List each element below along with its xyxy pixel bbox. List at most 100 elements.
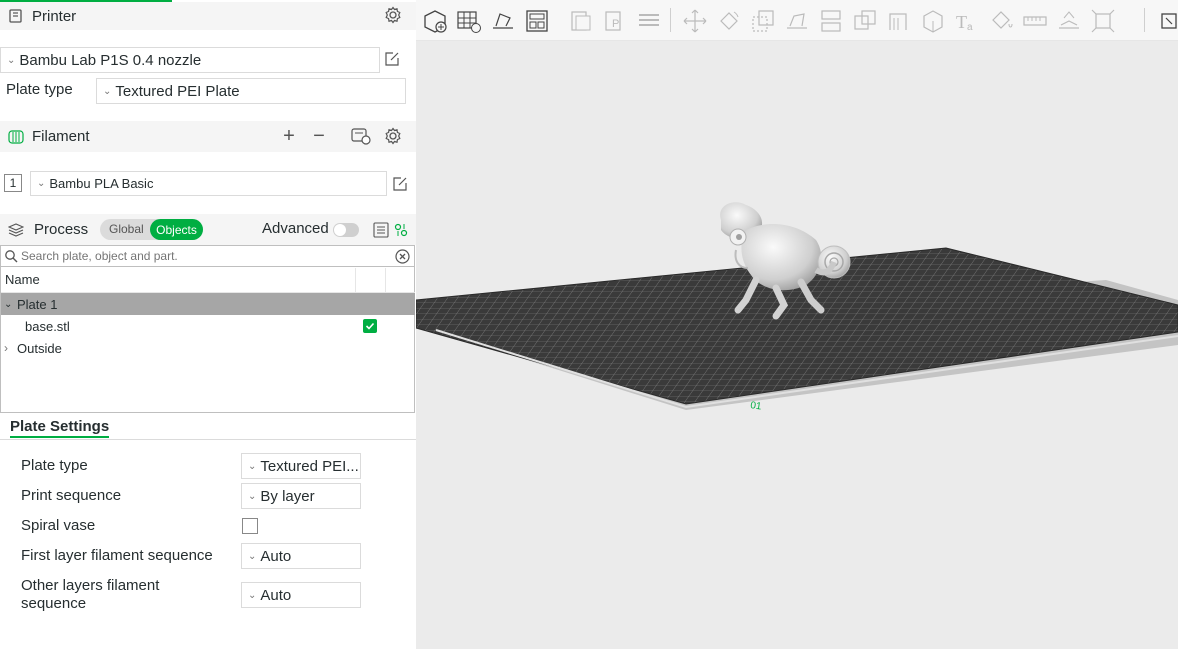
plate-name: Plate 1: [17, 296, 58, 312]
other-layers-filament-sequence-label: Other layers filament sequence: [21, 577, 160, 612]
filament-title: Filament: [32, 128, 90, 145]
spiral-vase-label: Spiral vase: [21, 517, 96, 534]
edit-printer-icon[interactable]: [383, 50, 401, 68]
chevron-down-icon: ⌄: [248, 550, 257, 562]
printer-section-header: Printer: [0, 2, 416, 30]
toolbar-separator: [670, 8, 671, 32]
filament-preset-select[interactable]: ⌄ Bambu PLA Basic: [30, 171, 387, 196]
global-objects-switch: Global Objects: [100, 219, 203, 240]
split-to-objects-icon: [571, 11, 591, 31]
first-layer-filament-sequence-value: Auto: [260, 547, 292, 565]
clear-search-icon[interactable]: [394, 248, 410, 264]
move-icon: [683, 9, 707, 33]
tree-row-object[interactable]: base.stl: [1, 315, 415, 337]
build-plate-scene: 01: [416, 202, 1178, 413]
first-layer-filament-sequence-label: First layer filament sequence: [21, 547, 213, 564]
text-icon: Ta: [956, 12, 973, 33]
print-sequence-select[interactable]: ⌄ By layer: [241, 483, 361, 509]
other-layers-filament-sequence-value: Auto: [260, 586, 292, 604]
process-section-header: Process Global Objects Advanced: [0, 214, 416, 245]
tree-column-divider: [355, 268, 356, 292]
lay-on-face-icon: [787, 13, 807, 29]
filament-preset-value: Bambu PLA Basic: [49, 176, 154, 191]
spiral-vase-checkbox[interactable]: [242, 518, 258, 534]
tree-row-outside[interactable]: › Outside: [1, 337, 415, 359]
plate-settings-plate-type-label: Plate type: [21, 457, 88, 474]
tab-global[interactable]: Global: [109, 222, 144, 236]
printer-title: Printer: [32, 7, 77, 25]
rotate-icon: [720, 11, 739, 30]
filament-slot-badge[interactable]: 1: [4, 174, 22, 192]
split-to-parts-icon: P: [605, 11, 621, 31]
tree-header-name: Name: [5, 272, 40, 287]
chevron-down-icon[interactable]: ⌄: [4, 299, 14, 310]
assembly-icon: [1059, 11, 1079, 29]
tab-objects[interactable]: Objects: [150, 219, 203, 240]
chevron-down-icon: ⌄: [103, 85, 112, 97]
measure-icon: [1023, 16, 1047, 26]
add-plate-icon[interactable]: [456, 8, 482, 34]
process-title: Process: [34, 221, 89, 238]
svg-text:P: P: [612, 18, 619, 30]
filament-settings-gear-icon[interactable]: [383, 126, 403, 146]
printer-preset-select[interactable]: ⌄ Bambu Lab P1S 0.4 nozzle: [0, 47, 380, 73]
layers-icon: [639, 14, 659, 26]
advanced-toggle[interactable]: [333, 223, 359, 237]
auto-orient-icon[interactable]: [490, 8, 516, 34]
boolean-icon: [854, 10, 876, 30]
scale-icon: [752, 10, 774, 32]
toolbar-separator: [1144, 8, 1145, 32]
first-layer-filament-sequence-select[interactable]: ⌄ Auto: [241, 543, 361, 569]
object-search-bar: [0, 245, 415, 267]
search-icon: [3, 248, 19, 264]
viewport-toolbar: P Ta: [416, 0, 1178, 41]
print-sequence-label: Print sequence: [21, 487, 122, 504]
process-list-icon[interactable]: [371, 220, 391, 240]
object-tree: Name ⌄ Plate 1 base.stl › Outside: [0, 267, 415, 413]
chevron-right-icon[interactable]: ›: [4, 341, 14, 355]
print-sequence-value: By layer: [260, 487, 315, 505]
add-object-icon[interactable]: [422, 8, 448, 34]
plate-type-value: Textured PEI Plate: [115, 82, 240, 100]
chevron-down-icon: ⌄: [248, 490, 257, 502]
chevron-down-icon: ⌄: [37, 178, 46, 189]
tree-row-plate[interactable]: ⌄ Plate 1: [1, 293, 415, 315]
filament-icon: [6, 127, 26, 147]
sidebar: Printer ⌄ Bambu Lab P1S 0.4 nozzle Plate…: [0, 0, 416, 649]
arrange-icon[interactable]: [524, 8, 550, 34]
printer-settings-gear-icon[interactable]: [383, 5, 403, 25]
plate-type-select[interactable]: ⌄ Textured PEI Plate: [96, 78, 406, 104]
chevron-down-icon: ⌄: [7, 54, 16, 66]
advanced-label: Advanced: [262, 220, 329, 237]
tab-plate-settings[interactable]: Plate Settings: [10, 418, 110, 438]
svg-text:a: a: [967, 22, 973, 33]
add-filament-icon[interactable]: +: [279, 125, 299, 147]
view-cube-icon[interactable]: [1156, 8, 1178, 34]
color-painting-icon: [992, 11, 1013, 29]
search-input[interactable]: [21, 247, 386, 265]
svg-text:T: T: [956, 12, 967, 32]
filament-section-header: Filament + −: [0, 121, 416, 152]
plate-type-label: Plate type: [6, 81, 73, 98]
other-layers-filament-sequence-select[interactable]: ⌄ Auto: [241, 582, 361, 608]
plate-settings-plate-type-select[interactable]: ⌄ Textured PEI...: [241, 453, 361, 479]
process-compare-icon[interactable]: [392, 220, 410, 240]
tree-column-divider: [385, 268, 386, 292]
process-layers-icon: [6, 220, 26, 240]
3d-viewport[interactable]: 01: [416, 0, 1178, 649]
edit-filament-icon[interactable]: [391, 175, 409, 193]
object-printable-checkbox-icon[interactable]: [363, 319, 377, 333]
sync-filament-icon[interactable]: [350, 126, 372, 146]
chevron-down-icon: ⌄: [248, 589, 257, 601]
remove-filament-icon[interactable]: −: [309, 125, 329, 147]
filament-slot-number: 1: [9, 176, 17, 190]
outside-name: Outside: [17, 340, 62, 356]
plate-settings-tabbar: Plate Settings: [0, 414, 416, 440]
support-painting-icon: [889, 13, 907, 30]
fit-view-icon: [1091, 9, 1115, 33]
plate-settings-plate-type-value: Textured PEI...: [260, 457, 359, 475]
printer-icon: [6, 6, 26, 26]
tree-header: Name: [1, 268, 415, 293]
object-name: base.stl: [25, 318, 70, 334]
seam-painting-icon: [923, 10, 943, 33]
